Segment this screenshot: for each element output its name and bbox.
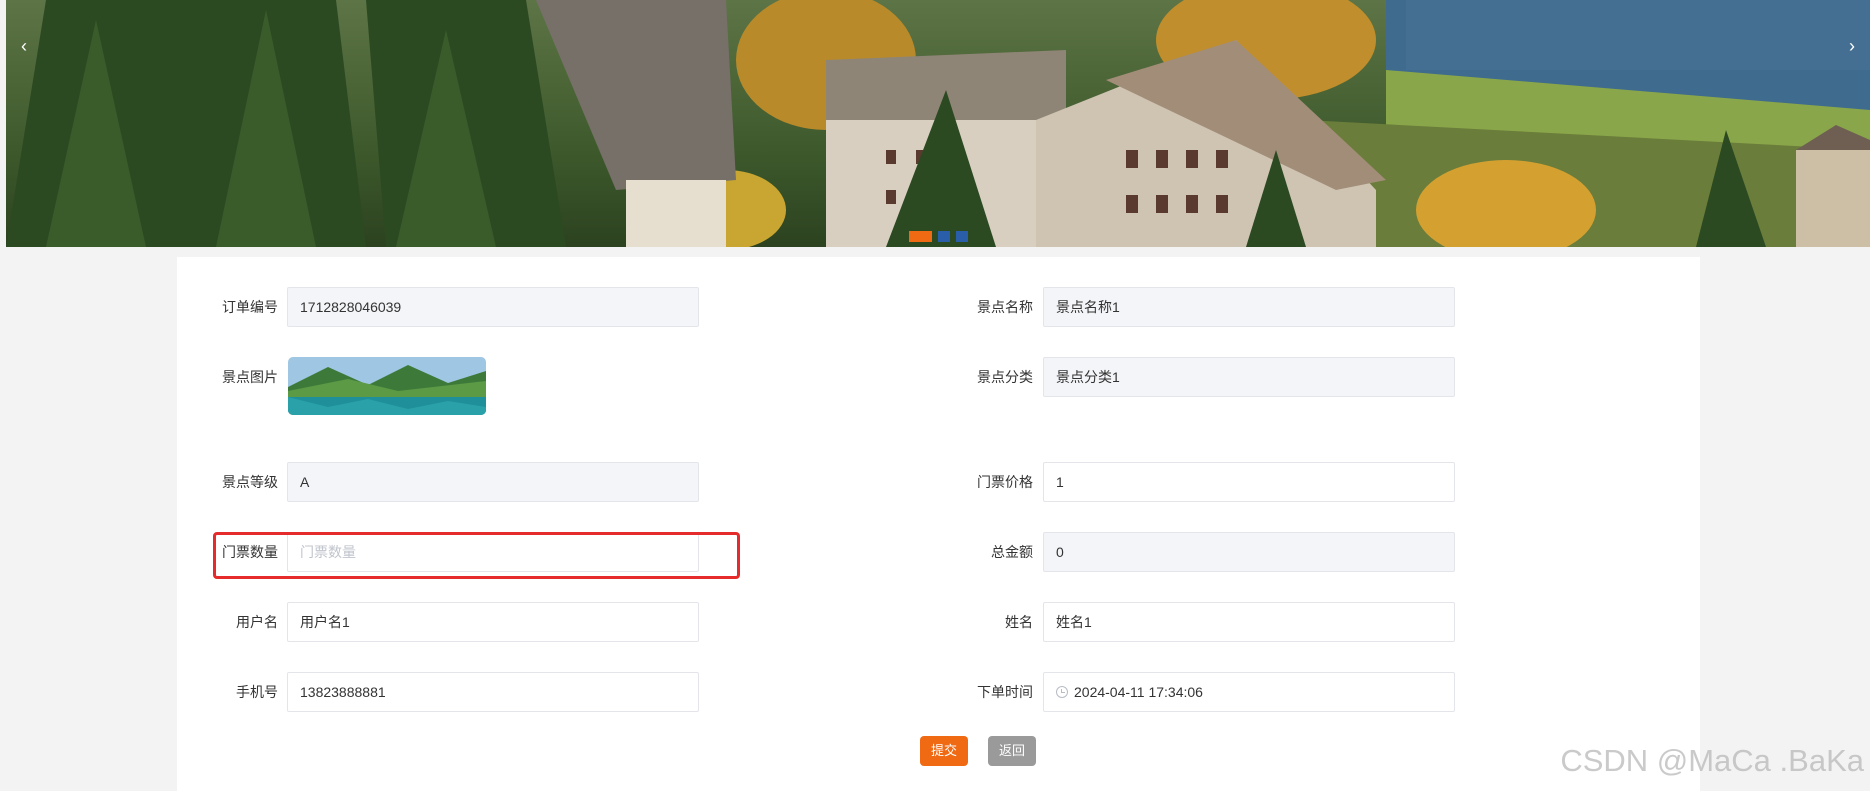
order-time-value: 2024-04-11 17:34:06 [1074, 684, 1203, 700]
clock-icon [1056, 686, 1068, 698]
submit-button[interactable]: 提交 [920, 736, 968, 766]
carousel-indicator-3[interactable] [955, 231, 968, 242]
total-amount-label: 总金额 [991, 544, 1033, 560]
order-time-picker[interactable]: 2024-04-11 17:34:06 [1043, 672, 1455, 712]
back-button[interactable]: 返回 [988, 736, 1036, 766]
spot-level-field: A [287, 462, 699, 502]
watermark-text: CSDN @MaCa .BaKa [1560, 743, 1864, 778]
hero-carousel[interactable]: ‹ › [6, 0, 1870, 247]
spot-name-label: 景点名称 [977, 299, 1033, 315]
order-no-field: 1712828046039 [287, 287, 699, 327]
phone-label: 手机号 [236, 684, 278, 700]
spot-image-label: 景点图片 [222, 369, 278, 385]
spot-name-field: 景点名称1 [1043, 287, 1455, 327]
total-amount-field: 0 [1043, 532, 1455, 572]
spot-category-field: 景点分类1 [1043, 357, 1455, 397]
carousel-prev-arrow-icon[interactable]: ‹ [12, 32, 36, 60]
spot-level-label: 景点等级 [222, 474, 278, 490]
order-time-label: 下单时间 [977, 684, 1033, 700]
full-name-input[interactable]: 姓名1 [1043, 602, 1455, 642]
ticket-price-input[interactable]: 1 [1043, 462, 1455, 502]
spot-category-label: 景点分类 [977, 369, 1033, 385]
carousel-indicator-1[interactable] [908, 231, 932, 242]
ticket-qty-input[interactable]: 门票数量 [287, 532, 699, 572]
banner-image [6, 0, 1870, 247]
carousel-indicators [6, 231, 1870, 242]
carousel-next-arrow-icon[interactable]: › [1840, 32, 1864, 60]
ticket-price-label: 门票价格 [977, 474, 1033, 490]
ticket-qty-label: 门票数量 [222, 544, 278, 560]
username-input[interactable]: 用户名1 [287, 602, 699, 642]
spot-image-thumbnail[interactable] [288, 357, 486, 415]
carousel-indicator-2[interactable] [937, 231, 950, 242]
order-no-label: 订单编号 [222, 299, 278, 315]
username-label: 用户名 [236, 614, 278, 630]
phone-input[interactable]: 13823888881 [287, 672, 699, 712]
full-name-label: 姓名 [1005, 614, 1033, 630]
